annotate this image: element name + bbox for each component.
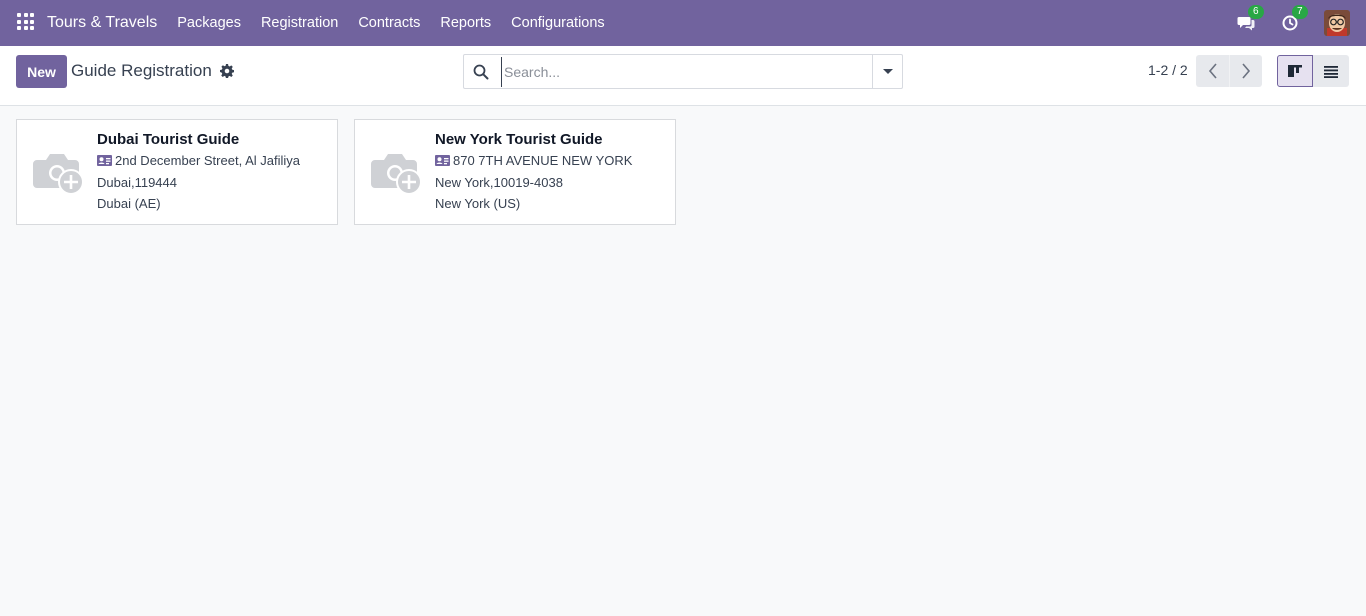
search-input[interactable]: [501, 56, 861, 87]
activities-button[interactable]: 7: [1280, 5, 1308, 33]
control-panel: New Guide Registration 1-2 / 2: [0, 46, 1366, 106]
menu-item-configurations[interactable]: Configurations: [501, 15, 615, 31]
chevron-left-icon: [1208, 63, 1217, 79]
card-title: New York Tourist Guide: [435, 131, 603, 148]
card-title: Dubai Tourist Guide: [97, 131, 240, 148]
search-bar: [463, 54, 903, 89]
page-title[interactable]: Guide Registration: [71, 61, 212, 81]
card-street: 2nd December Street, Al Jafiliya: [115, 153, 300, 168]
apps-grid-icon[interactable]: [17, 13, 37, 33]
card-city-zip: Dubai,119444: [97, 175, 177, 190]
menu-item-packages[interactable]: Packages: [167, 15, 251, 31]
kanban-card[interactable]: New York Tourist Guide 870 7TH AVENUE NE…: [354, 119, 676, 225]
id-card-icon: [435, 155, 450, 166]
pager-previous-button[interactable]: [1196, 55, 1229, 87]
card-state-country: New York (US): [435, 196, 521, 211]
gear-icon[interactable]: [220, 64, 234, 78]
search-icon: [473, 64, 489, 79]
menu-item-contracts[interactable]: Contracts: [348, 15, 430, 31]
caret-down-icon: [882, 69, 893, 74]
pager-value[interactable]: 1-2 / 2: [1148, 62, 1188, 78]
app-brand[interactable]: Tours & Travels: [47, 14, 157, 32]
card-city-zip: New York,10019-4038: [435, 175, 563, 190]
card-address-line: 870 7TH AVENUE NEW YORK: [435, 153, 632, 168]
id-card-icon: [97, 155, 112, 166]
search-options-toggle[interactable]: [872, 55, 902, 88]
camera-plus-icon: [33, 154, 84, 195]
top-navbar: Tours & Travels Packages Registration Co…: [0, 0, 1366, 46]
messages-count-badge: 6: [1248, 5, 1264, 19]
messages-button[interactable]: 6: [1236, 5, 1264, 33]
new-button[interactable]: New: [16, 55, 67, 88]
main-menu: Packages Registration Contracts Reports …: [167, 15, 614, 31]
pager-next-button[interactable]: [1229, 55, 1262, 87]
systray: 6 7: [1236, 0, 1350, 46]
list-view-icon: [1324, 65, 1338, 78]
chevron-right-icon: [1242, 63, 1251, 79]
camera-plus-icon: [371, 154, 422, 195]
activities-count-badge: 7: [1292, 5, 1308, 19]
card-address-line: 2nd December Street, Al Jafiliya: [97, 153, 300, 168]
card-street: 870 7TH AVENUE NEW YORK: [453, 153, 633, 168]
list-view-button[interactable]: [1313, 55, 1349, 87]
kanban-card[interactable]: Dubai Tourist Guide 2nd December Street,…: [16, 119, 338, 225]
menu-item-registration[interactable]: Registration: [251, 15, 348, 31]
kanban-view-icon: [1288, 65, 1302, 77]
menu-item-reports[interactable]: Reports: [430, 15, 501, 31]
card-state-country: Dubai (AE): [97, 196, 161, 211]
kanban-view-button[interactable]: [1277, 55, 1313, 87]
user-avatar[interactable]: [1324, 10, 1350, 36]
